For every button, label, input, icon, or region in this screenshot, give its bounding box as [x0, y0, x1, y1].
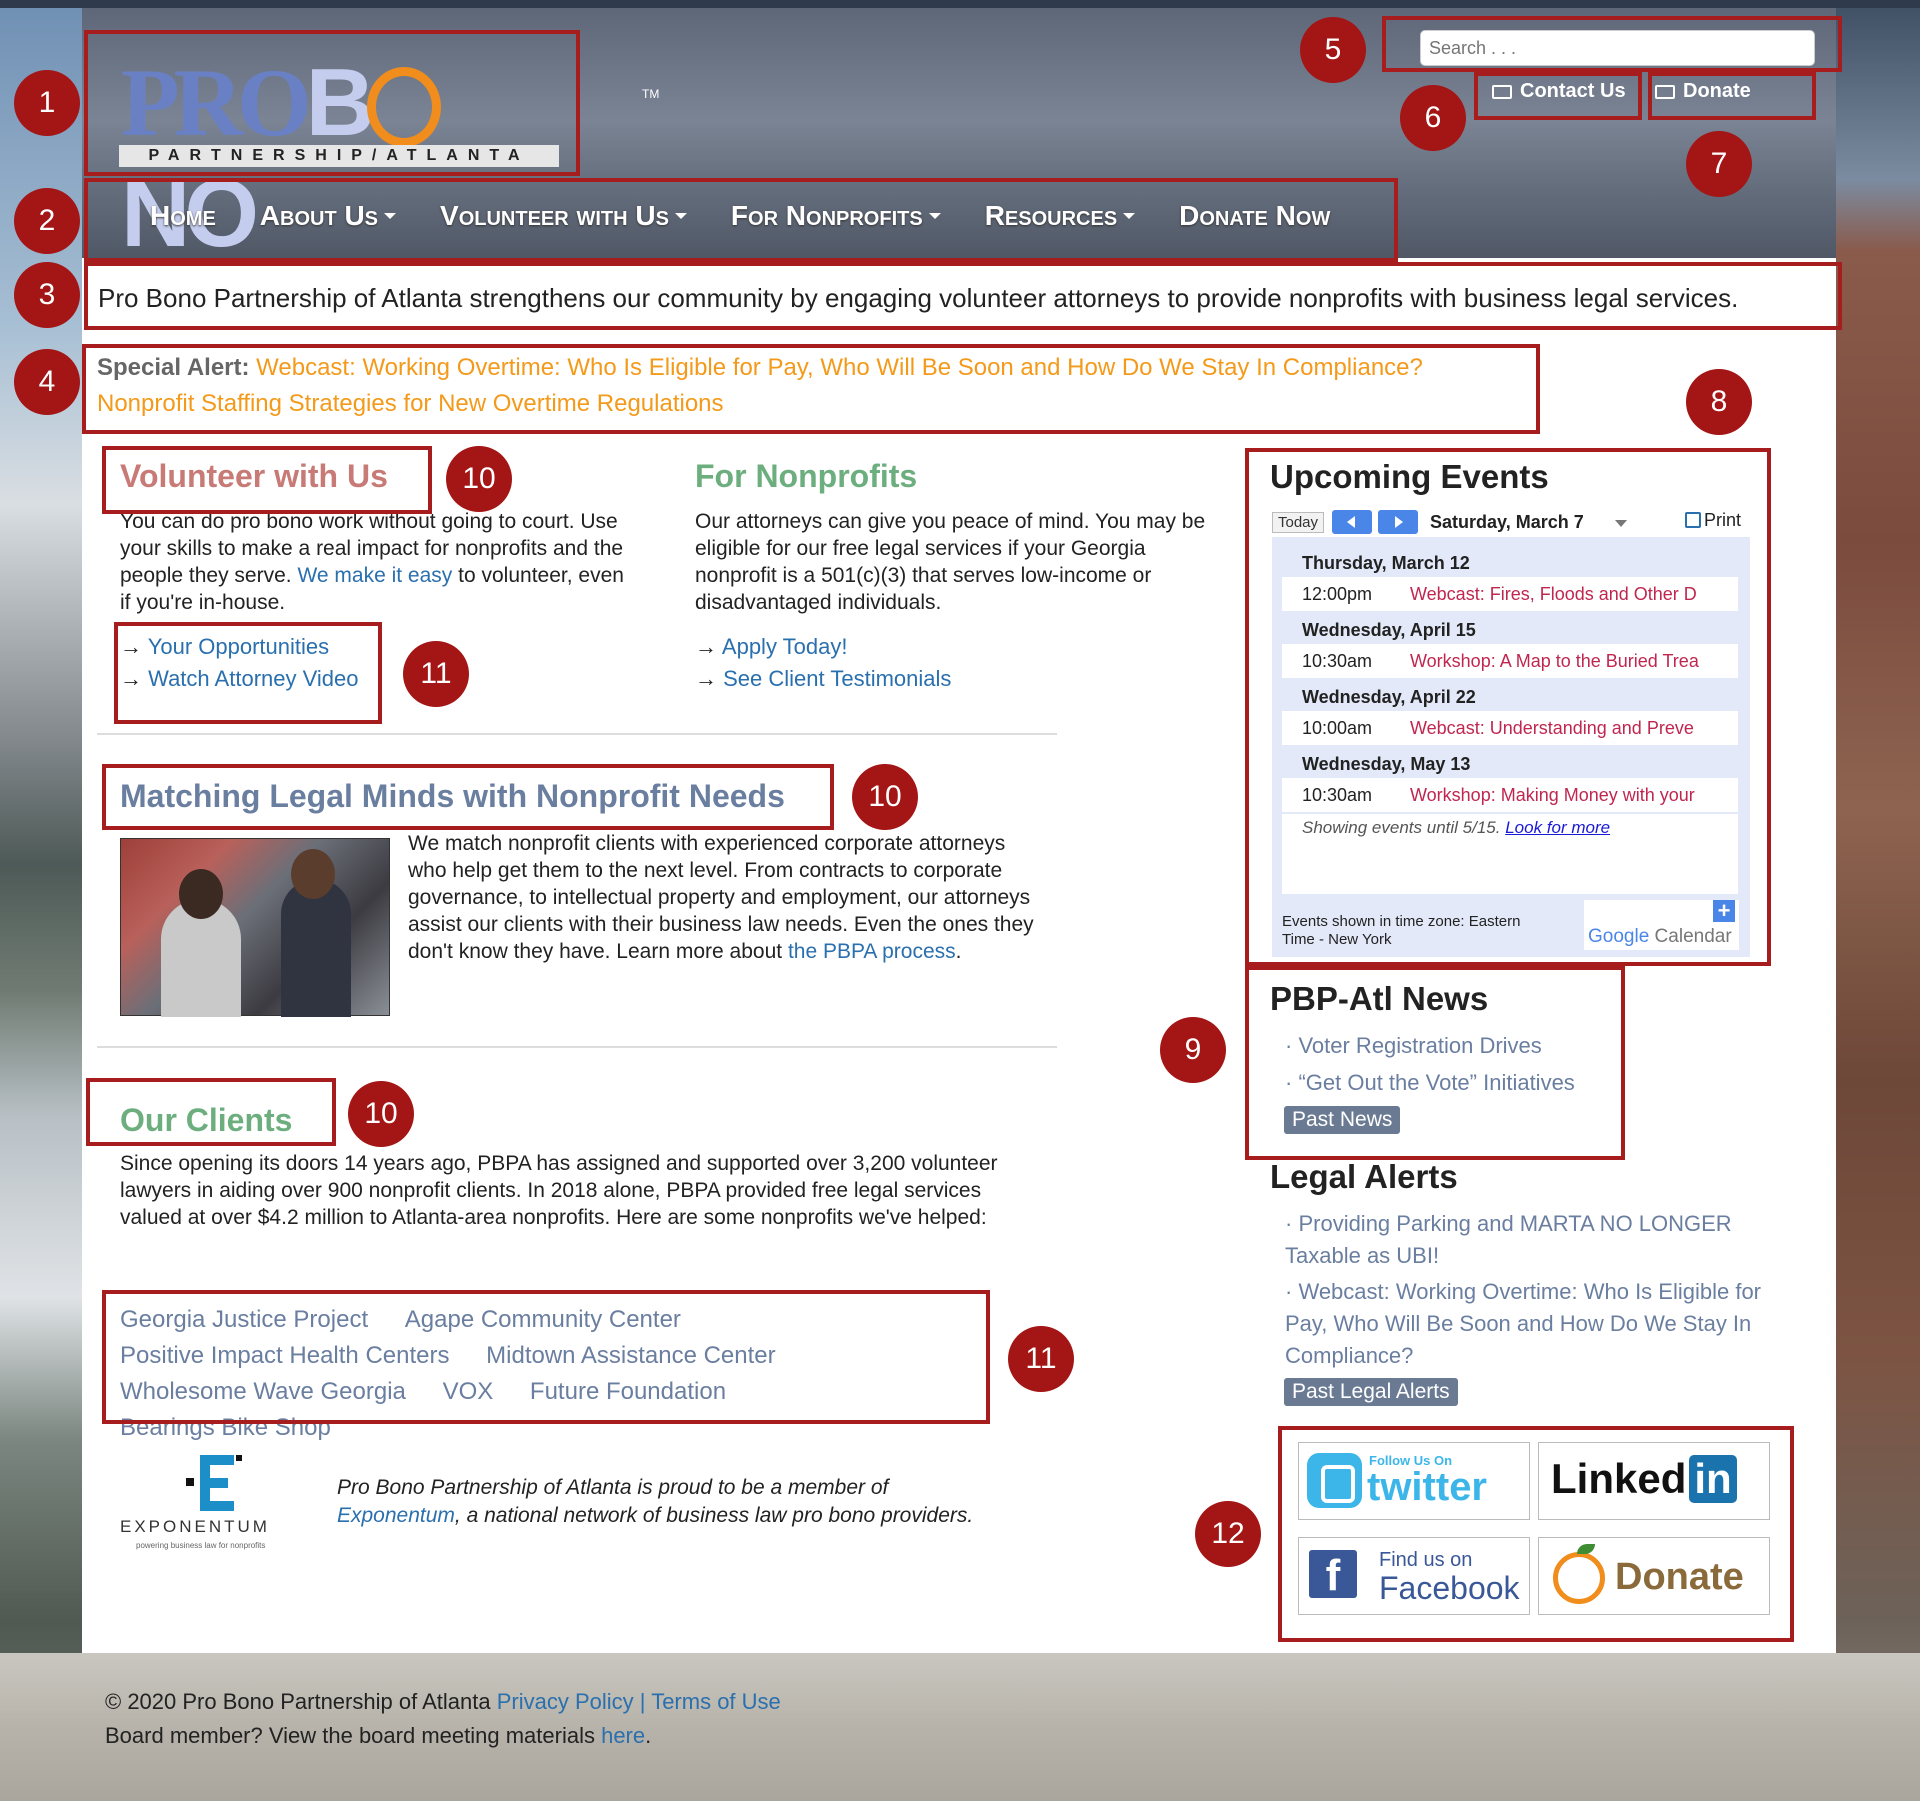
annotation-marker: 1 [14, 70, 80, 136]
make-it-easy-link[interactable]: We make it easy [297, 564, 452, 587]
legal-alerts-heading: Legal Alerts [1270, 1158, 1458, 1195]
annotation-marker: 7 [1686, 131, 1752, 197]
matching-text: We match nonprofit clients with experien… [408, 832, 1034, 963]
exponentum-link[interactable]: Exponentum [337, 1504, 455, 1527]
divider [97, 1046, 1057, 1048]
trademark: TM [642, 87, 660, 101]
exponentum-logo[interactable]: EXPONENTUM powering business law for non… [120, 1455, 310, 1555]
annotation-box [1245, 966, 1625, 1160]
annotation-marker: 10 [852, 764, 918, 830]
annotation-box [84, 30, 580, 176]
annotation-marker: 6 [1400, 85, 1466, 151]
divider [97, 733, 1057, 735]
annotation-box [1278, 1426, 1794, 1642]
annotation-box [102, 764, 834, 830]
board-materials-link[interactable]: here [601, 1723, 645, 1748]
annotation-box [84, 178, 1398, 262]
annotation-box [102, 1290, 990, 1424]
annotation-marker: 11 [403, 641, 469, 707]
attorneys-photo [120, 838, 390, 1017]
terms-of-use-link[interactable]: Terms of Use [651, 1689, 781, 1714]
annotation-marker: 12 [1195, 1501, 1261, 1567]
annotation-box [84, 262, 1842, 330]
privacy-policy-link[interactable]: Privacy Policy [497, 1689, 634, 1714]
clients-text: Since opening its doors 14 years ago, PB… [120, 1152, 998, 1229]
annotation-box [82, 344, 1540, 434]
annotation-box [86, 1078, 336, 1146]
annotation-marker: 2 [14, 188, 80, 254]
annotation-marker: 10 [446, 446, 512, 512]
background-city-right [1836, 0, 1920, 1801]
nonprofits-links: → Apply Today! → See Client Testimonials [695, 631, 951, 695]
nonprofits-heading: For Nonprofits [695, 458, 918, 494]
annotation-marker: 10 [348, 1081, 414, 1147]
pbpa-process-link[interactable]: the PBPA process [788, 940, 956, 963]
legal-alert-item[interactable]: · Providing Parking and MARTA NO LONGER … [1285, 1208, 1795, 1272]
copyright: © 2020 Pro Bono Partnership of Atlanta [105, 1689, 491, 1714]
annotation-box [1245, 448, 1771, 966]
annotation-box [1648, 72, 1816, 120]
volunteer-text: You can do pro bono work without going t… [120, 510, 624, 614]
annotation-marker: 11 [1008, 1326, 1074, 1392]
annotation-marker: 9 [1160, 1017, 1226, 1083]
annotation-box [114, 622, 382, 724]
annotation-box [1474, 72, 1642, 120]
annotation-marker: 8 [1686, 369, 1752, 435]
footer: © 2020 Pro Bono Partnership of Atlanta P… [105, 1689, 781, 1748]
top-edge [0, 0, 1920, 8]
past-legal-alerts-button[interactable]: Past Legal Alerts [1284, 1378, 1458, 1406]
apply-today-link[interactable]: → Apply Today! [695, 631, 951, 663]
legal-alerts-list: · Providing Parking and MARTA NO LONGER … [1285, 1208, 1795, 1372]
annotation-box [1382, 16, 1842, 72]
client-testimonials-link[interactable]: → See Client Testimonials [695, 663, 951, 695]
legal-alert-item[interactable]: · Webcast: Working Overtime: Who Is Elig… [1285, 1276, 1795, 1372]
nonprofits-text: Our attorneys can give you peace of mind… [695, 510, 1206, 614]
annotation-marker: 3 [14, 262, 80, 328]
annotation-box [102, 446, 432, 514]
annotation-marker: 4 [14, 349, 80, 415]
exponentum-e-icon [186, 1455, 242, 1511]
annotation-marker: 5 [1300, 17, 1366, 83]
exponentum-text: Pro Bono Partnership of Atlanta is proud… [337, 1476, 974, 1527]
